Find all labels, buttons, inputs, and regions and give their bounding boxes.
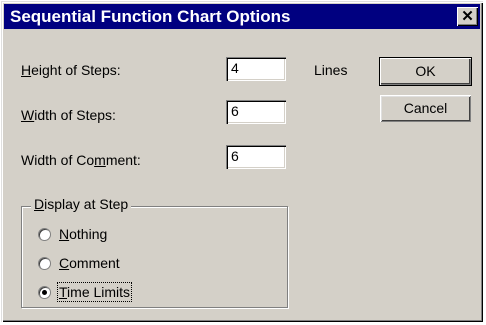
width-of-steps-label: Width of Steps: (21, 107, 116, 123)
width-of-comment-label: Width of Comment: (21, 152, 141, 168)
nothing-radio-label[interactable]: Nothing (59, 226, 107, 242)
time-limits-radio-label[interactable]: Time Limits (56, 282, 133, 302)
comment-radio[interactable] (38, 257, 51, 270)
radio-selected-dot (42, 290, 47, 295)
comment-radio-label[interactable]: Comment (59, 255, 120, 271)
lines-unit-label: Lines (314, 62, 348, 78)
ok-button[interactable]: OK (380, 58, 471, 85)
dialog-title: Sequential Function Chart Options (10, 7, 291, 26)
height-of-steps-input[interactable]: 4 (226, 57, 286, 81)
width-of-steps-input[interactable]: 6 (226, 100, 286, 124)
close-button[interactable]: ✕ (457, 7, 478, 26)
height-of-steps-label: Height of Steps: (21, 62, 121, 78)
time-limits-radio[interactable] (38, 286, 51, 299)
display-at-step-legend: Display at Step (31, 196, 132, 212)
cancel-button[interactable]: Cancel (380, 95, 471, 122)
title-bar[interactable]: Sequential Function Chart Options ✕ (4, 4, 480, 29)
close-icon: ✕ (461, 8, 474, 25)
width-of-comment-input[interactable]: 6 (226, 145, 286, 169)
nothing-radio[interactable] (38, 228, 51, 241)
